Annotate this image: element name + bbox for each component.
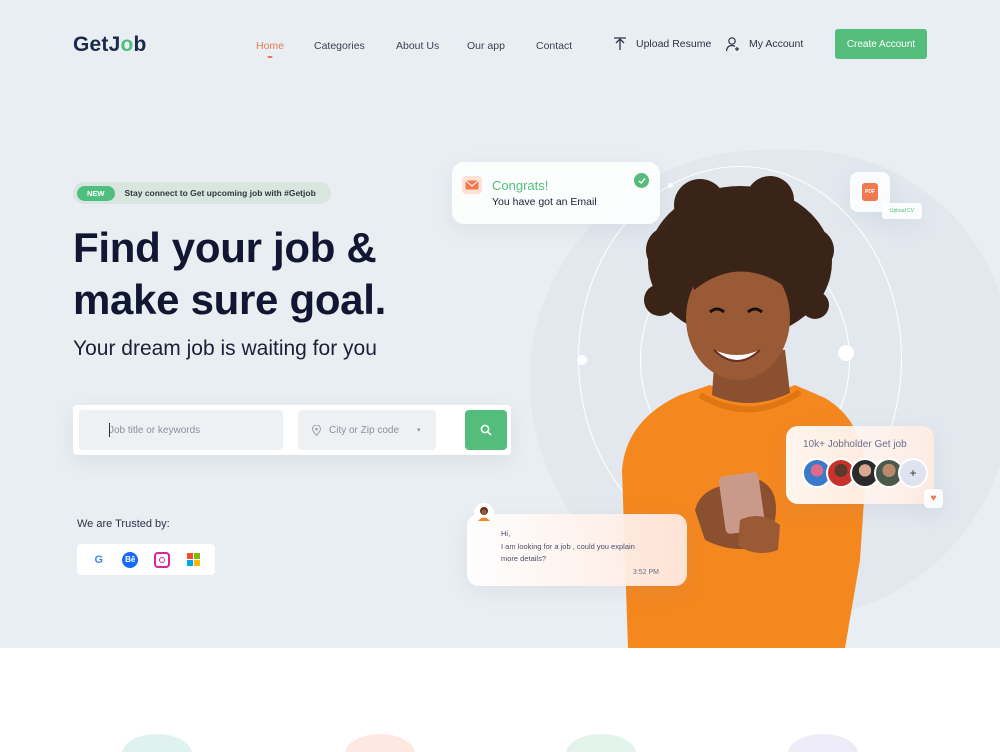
location-pin-icon bbox=[312, 424, 321, 436]
hero-subheadline: Your dream job is waiting for you bbox=[73, 337, 377, 360]
decorative-shape bbox=[566, 734, 636, 752]
congrats-title: Congrats! bbox=[492, 178, 549, 193]
nav-home[interactable]: Home bbox=[256, 40, 284, 52]
avatar bbox=[474, 503, 494, 523]
upload-resume-label: Upload Resume bbox=[636, 38, 712, 50]
search-icon bbox=[480, 424, 492, 436]
jobholders-card: 10k+ Jobholder Get job + bbox=[786, 426, 934, 504]
decorative-shape bbox=[345, 734, 415, 752]
hero-headline: Find your job & make sure goal. bbox=[73, 224, 386, 323]
user-add-icon bbox=[725, 37, 739, 52]
nav-about-us[interactable]: About Us bbox=[396, 40, 439, 52]
congrats-text: You have got an Email bbox=[492, 196, 597, 208]
checkmark-icon bbox=[634, 173, 649, 188]
decorative-shape bbox=[788, 734, 858, 752]
nav-our-app[interactable]: Our app bbox=[467, 40, 505, 52]
instagram-icon bbox=[153, 551, 170, 568]
keyword-search-input[interactable]: Job title or keywords bbox=[79, 410, 283, 450]
pdf-icon: PDF bbox=[862, 183, 878, 201]
hero-section: GetJob Home Categories About Us Our app … bbox=[0, 0, 1000, 648]
new-badge: NEW bbox=[77, 185, 115, 201]
congrats-email-card: Congrats! You have got an Email bbox=[452, 162, 660, 224]
nav-categories[interactable]: Categories bbox=[314, 40, 365, 52]
behance-icon: Bē bbox=[122, 551, 139, 568]
create-account-button[interactable]: Create Account bbox=[835, 29, 927, 59]
upload-resume-link[interactable]: Upload Resume bbox=[612, 36, 711, 52]
nav-contact[interactable]: Contact bbox=[536, 40, 572, 52]
decorative-shape bbox=[122, 734, 192, 752]
my-account-label: My Account bbox=[749, 38, 804, 50]
trusted-by-label: We are Trusted by: bbox=[77, 518, 170, 530]
announcement-pill: NEW Stay connect to Get upcoming job wit… bbox=[73, 182, 331, 204]
google-icon: G bbox=[94, 553, 104, 566]
more-avatars-button[interactable]: + bbox=[898, 458, 928, 488]
search-button[interactable] bbox=[465, 410, 507, 450]
announcement-text: Stay connect to Get upcoming job with #G… bbox=[124, 188, 316, 198]
upload-icon bbox=[614, 37, 626, 50]
my-account-link[interactable]: My Account bbox=[725, 36, 803, 52]
jobholders-text: 10k+ Jobholder Get job bbox=[803, 439, 907, 450]
location-select[interactable]: City or Zip code ▾ bbox=[298, 410, 436, 450]
job-search-bar: Job title or keywords City or Zip code ▾ bbox=[73, 405, 511, 455]
chat-message: Hi, I am looking for a job , could you e… bbox=[501, 529, 635, 563]
heart-icon[interactable]: ♥ bbox=[924, 489, 943, 508]
avatar-group: + bbox=[802, 458, 928, 488]
mail-icon bbox=[462, 176, 482, 194]
microsoft-icon bbox=[185, 552, 201, 568]
trusted-logos: G Bē bbox=[77, 544, 215, 575]
upload-cv-tag: Upload CV bbox=[882, 203, 922, 219]
logo[interactable]: GetJob bbox=[73, 33, 147, 57]
location-placeholder: City or Zip code bbox=[329, 424, 400, 436]
chat-time: 3:52 PM bbox=[632, 569, 659, 576]
chat-message-card: Hi, I am looking for a job , could you e… bbox=[467, 514, 687, 586]
chevron-down-icon: ▾ bbox=[417, 427, 421, 434]
